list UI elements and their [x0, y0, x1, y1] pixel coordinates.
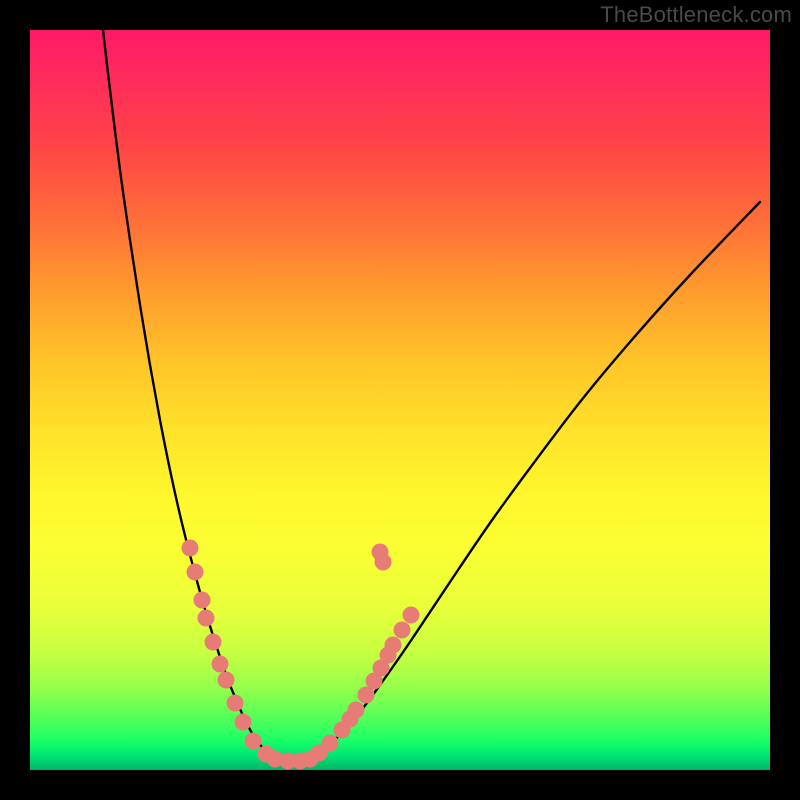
outer-frame: TheBottleneck.com	[0, 0, 800, 800]
data-point	[198, 610, 215, 627]
data-point	[385, 637, 402, 654]
data-point	[348, 702, 365, 719]
data-point	[218, 672, 235, 689]
data-point	[245, 733, 262, 750]
data-point	[394, 622, 411, 639]
data-point	[187, 564, 204, 581]
plot-area	[30, 30, 770, 770]
data-point	[375, 554, 392, 571]
data-point	[182, 540, 199, 557]
data-point	[235, 714, 252, 731]
watermark-text: TheBottleneck.com	[600, 2, 792, 28]
data-point	[322, 735, 339, 752]
data-point	[205, 634, 222, 651]
v-curve	[103, 30, 760, 761]
data-point	[194, 592, 211, 609]
data-point	[227, 695, 244, 712]
data-point	[403, 607, 420, 624]
data-point	[212, 656, 229, 673]
plot-svg	[30, 30, 770, 770]
